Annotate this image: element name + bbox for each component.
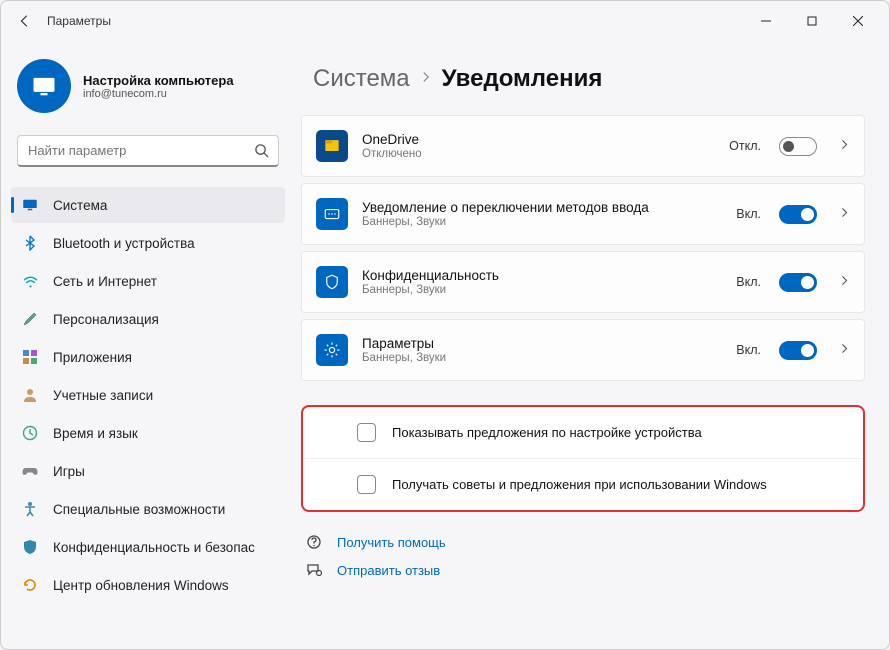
- titlebar: Параметры: [1, 1, 889, 41]
- close-button[interactable]: [835, 5, 881, 37]
- row-sub: Баннеры, Звуки: [362, 284, 722, 296]
- nav-label: Центр обновления Windows: [53, 578, 229, 593]
- bluetooth-icon: [21, 234, 39, 252]
- row-title: Параметры: [362, 336, 722, 351]
- notif-row-privacy[interactable]: Конфиденциальность Баннеры, Звуки Вкл.: [301, 251, 865, 313]
- shield-icon: [21, 538, 39, 556]
- user-icon: [21, 386, 39, 404]
- gamepad-icon: [21, 462, 39, 480]
- nav-label: Время и язык: [53, 426, 138, 441]
- row-state: Вкл.: [736, 207, 761, 221]
- back-button[interactable]: [9, 5, 41, 37]
- row-sub: Баннеры, Звуки: [362, 216, 722, 228]
- minimize-button[interactable]: [743, 5, 789, 37]
- breadcrumb: Система Уведомления: [301, 51, 865, 115]
- nav-label: Конфиденциальность и безопас: [53, 540, 255, 555]
- nav-label: Специальные возможности: [53, 502, 225, 517]
- check-label: Получать советы и предложения при исполь…: [392, 477, 767, 492]
- notif-row-input-method[interactable]: Уведомление о переключении методов ввода…: [301, 183, 865, 245]
- chevron-right-icon[interactable]: [839, 341, 850, 359]
- sidebar: Настройка компьютера info@tunecom.ru Сис…: [1, 41, 291, 649]
- chevron-right-icon[interactable]: [839, 273, 850, 291]
- link-label: Отправить отзыв: [337, 563, 440, 578]
- checkbox-tips[interactable]: [357, 475, 376, 494]
- apps-icon: [21, 348, 39, 366]
- row-state: Откл.: [729, 139, 761, 153]
- nav-update[interactable]: Центр обновления Windows: [11, 567, 285, 603]
- search-input[interactable]: [17, 135, 279, 167]
- check-row-tips[interactable]: Получать советы и предложения при исполь…: [303, 459, 863, 510]
- notif-row-settings[interactable]: Параметры Баннеры, Звуки Вкл.: [301, 319, 865, 381]
- chevron-right-icon: [420, 70, 432, 88]
- clock-icon: [21, 424, 39, 442]
- notif-row-onedrive[interactable]: OneDrive Отключено Откл.: [301, 115, 865, 177]
- row-state: Вкл.: [736, 343, 761, 357]
- maximize-button[interactable]: [789, 5, 835, 37]
- toggle-onedrive[interactable]: [779, 137, 817, 156]
- nav-apps[interactable]: Приложения: [11, 339, 285, 375]
- nav-privacy[interactable]: Конфиденциальность и безопас: [11, 529, 285, 565]
- crumb-parent[interactable]: Система: [313, 65, 410, 93]
- suggestions-group: Показывать предложения по настройке устр…: [301, 405, 865, 512]
- nav-gaming[interactable]: Игры: [11, 453, 285, 489]
- brush-icon: [21, 310, 39, 328]
- check-label: Показывать предложения по настройке устр…: [392, 425, 702, 440]
- get-help-link[interactable]: Получить помощь: [305, 534, 865, 550]
- nav-list: Система Bluetooth и устройства Сеть и Ин…: [11, 187, 285, 603]
- account-header[interactable]: Настройка компьютера info@tunecom.ru: [11, 51, 285, 129]
- help-icon: [305, 534, 323, 550]
- checkbox-device-setup[interactable]: [357, 423, 376, 442]
- row-sub: Баннеры, Звуки: [362, 352, 722, 364]
- nav-label: Учетные записи: [53, 388, 153, 403]
- row-title: OneDrive: [362, 132, 715, 147]
- search-icon: [254, 143, 269, 163]
- feedback-link[interactable]: Отправить отзыв: [305, 562, 865, 578]
- gear-icon: [316, 334, 348, 366]
- update-icon: [21, 576, 39, 594]
- toggle-input-method[interactable]: [779, 205, 817, 224]
- toggle-settings[interactable]: [779, 341, 817, 360]
- row-title: Конфиденциальность: [362, 268, 722, 283]
- crumb-current: Уведомления: [442, 65, 603, 93]
- nav-label: Сеть и Интернет: [53, 274, 157, 289]
- nav-personalization[interactable]: Персонализация: [11, 301, 285, 337]
- avatar: [17, 59, 71, 113]
- nav-label: Игры: [53, 464, 85, 479]
- footer-links: Получить помощь Отправить отзыв: [301, 534, 865, 578]
- nav-label: Bluetooth и устройства: [53, 236, 195, 251]
- nav-accounts[interactable]: Учетные записи: [11, 377, 285, 413]
- nav-label: Система: [53, 198, 107, 213]
- nav-bluetooth[interactable]: Bluetooth и устройства: [11, 225, 285, 261]
- nav-system[interactable]: Система: [11, 187, 285, 223]
- window-title: Параметры: [47, 14, 111, 28]
- nav-network[interactable]: Сеть и Интернет: [11, 263, 285, 299]
- account-email: info@tunecom.ru: [83, 88, 234, 100]
- feedback-icon: [305, 562, 323, 578]
- row-title: Уведомление о переключении методов ввода: [362, 200, 722, 215]
- chevron-right-icon[interactable]: [839, 205, 850, 223]
- input-method-icon: [316, 198, 348, 230]
- wifi-icon: [21, 272, 39, 290]
- nav-label: Персонализация: [53, 312, 159, 327]
- check-row-device-setup[interactable]: Показывать предложения по настройке устр…: [303, 407, 863, 459]
- onedrive-icon: [316, 130, 348, 162]
- toggle-privacy[interactable]: [779, 273, 817, 292]
- link-label: Получить помощь: [337, 535, 446, 550]
- accessibility-icon: [21, 500, 39, 518]
- row-sub: Отключено: [362, 148, 715, 160]
- account-name: Настройка компьютера: [83, 73, 234, 88]
- privacy-icon: [316, 266, 348, 298]
- chevron-right-icon[interactable]: [839, 137, 850, 155]
- row-state: Вкл.: [736, 275, 761, 289]
- nav-accessibility[interactable]: Специальные возможности: [11, 491, 285, 527]
- display-icon: [21, 196, 39, 214]
- nav-label: Приложения: [53, 350, 132, 365]
- main-content: Система Уведомления OneDrive Отключено О…: [291, 41, 889, 649]
- nav-time-language[interactable]: Время и язык: [11, 415, 285, 451]
